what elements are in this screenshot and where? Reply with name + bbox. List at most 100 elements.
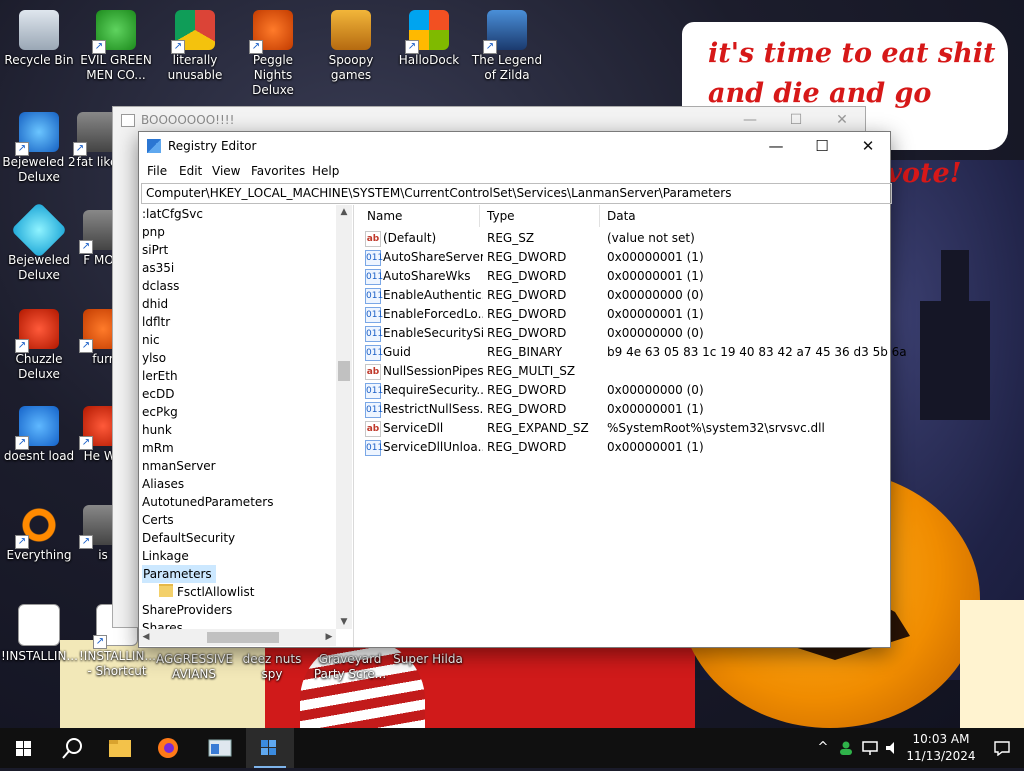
background-maximize-button[interactable]: ☐ bbox=[773, 107, 819, 133]
tree-item[interactable]: Aliases bbox=[142, 475, 184, 493]
registry-editor-window[interactable]: Registry Editor — ☐ ✕ File Edit View Fav… bbox=[138, 131, 907, 648]
value-row[interactable]: 011 RestrictNullSess... REG_DWORD 0x0000… bbox=[359, 400, 890, 419]
taskbar-registry-editor[interactable] bbox=[246, 728, 294, 768]
tree-item[interactable]: :latCfgSvc bbox=[142, 205, 203, 223]
network-icon[interactable] bbox=[860, 728, 880, 768]
people-icon[interactable] bbox=[836, 728, 856, 768]
desktop-icon-installing[interactable]: !INSTALLIN... bbox=[1, 604, 78, 664]
value-row[interactable]: 011 AutoShareWks REG_DWORD 0x00000001 (1… bbox=[359, 267, 890, 286]
menu-file[interactable]: File bbox=[147, 164, 167, 178]
value-row[interactable]: 011 EnableSecuritySi... REG_DWORD 0x0000… bbox=[359, 324, 890, 343]
desktop-icon-zilda[interactable]: ↗ The Legend of Zilda bbox=[469, 10, 545, 83]
desktop-icon-evil-green-men[interactable]: ↗ EVIL GREEN MEN CO... bbox=[78, 10, 154, 83]
desktop-icon-hallodock[interactable]: ↗ HalloDock bbox=[391, 10, 467, 68]
tree-item[interactable]: as35i bbox=[142, 259, 174, 277]
value-row[interactable]: ab (Default) REG_SZ (value not set) bbox=[359, 229, 890, 248]
binary-value-icon: 011 bbox=[365, 307, 383, 323]
column-divider[interactable] bbox=[599, 205, 600, 227]
menu-favorites[interactable]: Favorites bbox=[251, 164, 305, 178]
binary-value-icon: 011 bbox=[365, 440, 383, 456]
tree-item[interactable]: ShareProviders bbox=[142, 601, 232, 619]
tree-item[interactable]: Certs bbox=[142, 511, 174, 529]
tree-item[interactable]: Linkage bbox=[142, 547, 189, 565]
tree-item[interactable]: hunk bbox=[142, 421, 172, 439]
tree-item[interactable]: siPrt bbox=[142, 241, 168, 259]
value-row[interactable]: 011 EnableForcedLo... REG_DWORD 0x000000… bbox=[359, 305, 890, 324]
desktop-icon-peggle[interactable]: ↗ Peggle Nights Deluxe bbox=[235, 10, 311, 98]
scroll-thumb[interactable] bbox=[338, 361, 350, 381]
taskbar-firefox[interactable] bbox=[144, 728, 192, 768]
tree-item[interactable]: dhid bbox=[142, 295, 168, 313]
desktop-icon-deez-nuts-spy[interactable]: deez nuts spy bbox=[234, 652, 310, 682]
tree-item[interactable]: ylso bbox=[142, 349, 166, 367]
taskbar-file-explorer[interactable] bbox=[96, 728, 144, 768]
desktop-icon-chrome[interactable]: ↗ literally unusable bbox=[157, 10, 233, 83]
taskbar-window-app[interactable] bbox=[196, 728, 244, 768]
desktop-icon-aggressive-avians[interactable]: AGGRESSIVE AVIANS bbox=[156, 652, 233, 682]
maximize-button[interactable]: ☐ bbox=[799, 132, 845, 160]
tree-item[interactable]: mRm bbox=[142, 439, 174, 457]
address-bar[interactable]: Computer\HKEY_LOCAL_MACHINE\SYSTEM\Curre… bbox=[141, 183, 892, 204]
scroll-thumb[interactable] bbox=[207, 632, 279, 643]
close-button[interactable]: ✕ bbox=[845, 132, 891, 160]
tree-item-parameters-selected[interactable]: Parameters bbox=[142, 565, 216, 583]
search-button[interactable] bbox=[48, 728, 96, 768]
value-row[interactable]: 011 Guid REG_BINARY b9 4e 63 05 83 1c 19… bbox=[359, 343, 907, 362]
clock-time: 10:03 AM bbox=[912, 732, 970, 746]
tree-item[interactable]: ldfltr bbox=[142, 313, 170, 331]
tree-item-lanmanserver[interactable]: nmanServer bbox=[142, 457, 216, 475]
background-window-titlebar[interactable]: BOOOOOOO!!!! — ☐ ✕ bbox=[113, 107, 865, 133]
scroll-right-arrow-icon[interactable]: ▶ bbox=[322, 629, 336, 646]
column-divider[interactable] bbox=[479, 205, 480, 227]
tree-item[interactable]: lerEth bbox=[142, 367, 178, 385]
menu-view[interactable]: View bbox=[212, 164, 240, 178]
tree-item[interactable]: Shares bbox=[142, 619, 183, 629]
desktop-icon-super-hilda[interactable]: Super Hilda bbox=[390, 652, 466, 667]
volume-icon[interactable] bbox=[882, 728, 902, 768]
scroll-left-arrow-icon[interactable]: ◀ bbox=[139, 629, 153, 646]
desktop-icon-bejeweled-2[interactable]: ↗ Bejeweled 2 Deluxe bbox=[1, 112, 77, 185]
tree-item[interactable]: nic bbox=[142, 331, 160, 349]
tree-horizontal-scrollbar[interactable]: ◀ ▶ bbox=[139, 629, 336, 646]
menu-help[interactable]: Help bbox=[312, 164, 339, 178]
desktop-icon-recycle-bin[interactable]: Recycle Bin bbox=[1, 10, 77, 68]
column-header-type[interactable]: Type bbox=[487, 205, 515, 227]
value-row[interactable]: ab ServiceDll REG_EXPAND_SZ %SystemRoot%… bbox=[359, 419, 890, 438]
desktop-icon-graveyard[interactable]: Graveyard Party Scre... bbox=[312, 652, 388, 682]
scroll-down-arrow-icon[interactable]: ▼ bbox=[336, 615, 352, 629]
desktop-icon-spoopy-games[interactable]: Spoopy games bbox=[313, 10, 389, 83]
scroll-up-arrow-icon[interactable]: ▲ bbox=[336, 205, 352, 219]
desktop-icon-label: Graveyard Party Scre... bbox=[313, 652, 387, 681]
notifications-button[interactable] bbox=[980, 728, 1024, 768]
background-minimize-button[interactable]: — bbox=[727, 107, 773, 133]
column-header-data[interactable]: Data bbox=[607, 205, 636, 227]
desktop-icon-doesnt-load[interactable]: ↗ doesnt load bbox=[1, 406, 77, 464]
menu-edit[interactable]: Edit bbox=[179, 164, 202, 178]
desktop-icon-everything[interactable]: ↗ Everything bbox=[1, 505, 77, 563]
tree-item[interactable]: ecDD bbox=[142, 385, 174, 403]
values-list[interactable]: Name Type Data ab (Default) REG_SZ (valu… bbox=[359, 205, 907, 645]
tree-item[interactable]: DefaultSecurity bbox=[142, 529, 235, 547]
start-button[interactable] bbox=[0, 728, 48, 768]
tree-item[interactable]: pnp bbox=[142, 223, 165, 241]
value-row[interactable]: ab NullSessionPipes REG_MULTI_SZ bbox=[359, 362, 890, 381]
tree-item[interactable]: ecPkg bbox=[142, 403, 178, 421]
value-name: NullSessionPipes bbox=[383, 364, 483, 378]
desktop-icon-bejeweled[interactable]: Bejeweled Deluxe bbox=[1, 201, 77, 283]
value-row[interactable]: 011 RequireSecurity... REG_DWORD 0x00000… bbox=[359, 381, 890, 400]
value-row[interactable]: 011 EnableAuthentic... REG_DWORD 0x00000… bbox=[359, 286, 890, 305]
system-clock[interactable]: 10:03 AM 11/13/2024 bbox=[902, 731, 980, 765]
regedit-titlebar[interactable]: Registry Editor — ☐ ✕ bbox=[139, 132, 890, 160]
key-tree[interactable]: :latCfgSvc pnp siPrt as35i dclass dhid l… bbox=[139, 205, 354, 647]
minimize-button[interactable]: — bbox=[753, 132, 799, 160]
background-close-button[interactable]: ✕ bbox=[819, 107, 865, 133]
tray-overflow-chevron-icon[interactable]: ^ bbox=[812, 728, 834, 768]
tree-item-fsctlallowlist[interactable]: FsctlAllowlist bbox=[159, 583, 254, 601]
tree-item[interactable]: AutotunedParameters bbox=[142, 493, 273, 511]
tree-item[interactable]: dclass bbox=[142, 277, 179, 295]
desktop-icon-chuzzle[interactable]: ↗ Chuzzle Deluxe bbox=[1, 309, 77, 382]
tree-vertical-scrollbar[interactable]: ▲ ▼ bbox=[336, 205, 352, 629]
value-row[interactable]: 011 ServiceDllUnloa... REG_DWORD 0x00000… bbox=[359, 438, 890, 457]
column-header-name[interactable]: Name bbox=[367, 205, 402, 227]
value-row[interactable]: 011 AutoShareServer REG_DWORD 0x00000001… bbox=[359, 248, 890, 267]
